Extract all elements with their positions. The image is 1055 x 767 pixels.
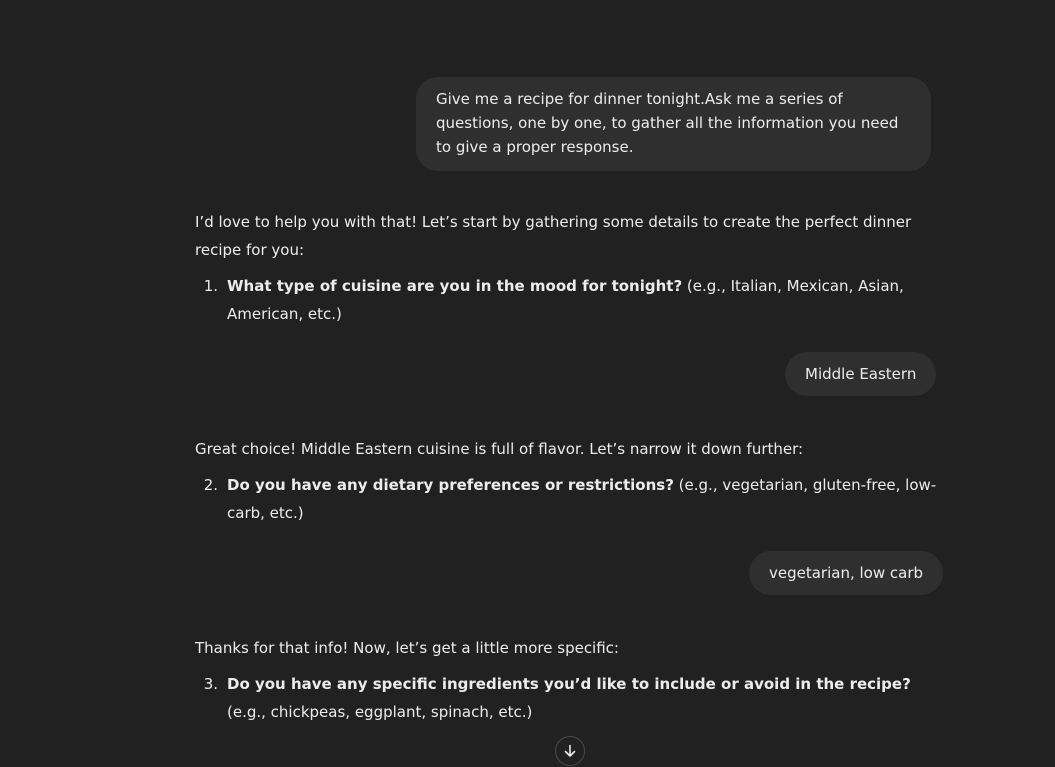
assistant-intro-text: Thanks for that info! Now, let’s get a l… bbox=[195, 639, 619, 657]
assistant-message: Great choice! Middle Eastern cuisine is … bbox=[195, 435, 940, 527]
question-number: 2. bbox=[203, 476, 218, 494]
assistant-message: I’d love to help you with that! Let’s st… bbox=[195, 208, 940, 328]
user-message: Give me a recipe for dinner tonight.Ask … bbox=[416, 77, 931, 171]
question-text: Do you have any specific ingredients you… bbox=[227, 670, 940, 726]
question-number: 1. bbox=[203, 277, 218, 295]
question-text: What type of cuisine are you in the mood… bbox=[227, 272, 940, 328]
user-message: Middle Eastern bbox=[785, 352, 937, 396]
assistant-intro-text: Great choice! Middle Eastern cuisine is … bbox=[195, 440, 804, 458]
scroll-to-bottom-button[interactable] bbox=[555, 736, 585, 766]
question-examples-text: (e.g., chickpeas, eggplant, spinach, etc… bbox=[227, 703, 533, 721]
arrow-down-icon bbox=[564, 744, 576, 757]
question-list-item: 1. What type of cuisine are you in the m… bbox=[195, 272, 940, 328]
user-message: vegetarian, low carb bbox=[749, 551, 944, 595]
assistant-message: Thanks for that info! Now, let’s get a l… bbox=[195, 634, 940, 726]
assistant-intro-text: I’d love to help you with that! Let’s st… bbox=[195, 213, 912, 259]
question-list-item: 3. Do you have any specific ingredients … bbox=[195, 670, 940, 726]
question-text: Do you have any dietary preferences or r… bbox=[227, 471, 940, 527]
question-number: 3. bbox=[203, 675, 218, 693]
chat-thread: Give me a recipe for dinner tonight.Ask … bbox=[0, 0, 1055, 767]
question-bold-text: What type of cuisine are you in the mood… bbox=[227, 277, 683, 295]
question-list-item: 2. Do you have any dietary preferences o… bbox=[195, 471, 940, 527]
question-bold-text: Do you have any specific ingredients you… bbox=[227, 675, 911, 693]
question-bold-text: Do you have any dietary preferences or r… bbox=[227, 476, 674, 494]
